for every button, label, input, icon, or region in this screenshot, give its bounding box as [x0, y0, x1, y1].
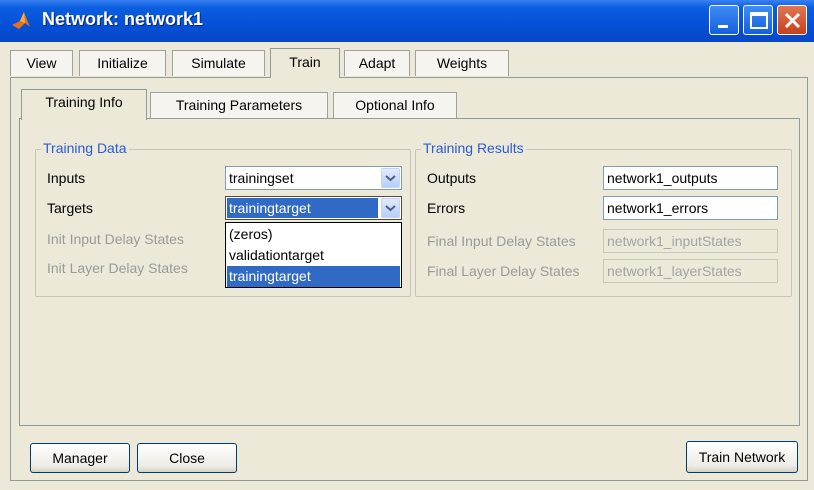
outputs-label: Outputs — [427, 170, 477, 186]
subtab-training-parameters[interactable]: Training Parameters — [150, 92, 328, 118]
minimize-icon — [718, 25, 728, 28]
tab-weights[interactable]: Weights — [415, 50, 509, 76]
tab-simulate[interactable]: Simulate — [172, 50, 265, 76]
targets-select[interactable]: trainingtarget — [225, 196, 402, 220]
manager-button[interactable]: Manager — [30, 443, 130, 473]
dropdown-option-selected[interactable]: trainingtarget — [227, 266, 400, 287]
init-layer-delay-label: Init Layer Delay States — [47, 260, 188, 276]
subtab-training-info[interactable]: Training Info — [21, 89, 147, 120]
subtab-optional-info[interactable]: Optional Info — [333, 92, 457, 118]
inputs-label: Inputs — [47, 170, 86, 186]
errors-label: Errors — [427, 200, 466, 216]
tab-adapt[interactable]: Adapt — [344, 50, 410, 76]
dropdown-option[interactable]: validationtarget — [227, 245, 400, 266]
final-input-delay-field: network1_inputStates — [603, 229, 778, 253]
chevron-down-icon[interactable] — [381, 168, 400, 188]
tab-initialize[interactable]: Initialize — [79, 50, 166, 76]
targets-select-value: trainingtarget — [227, 198, 378, 218]
close-icon — [784, 12, 801, 29]
matlab-icon — [12, 12, 30, 29]
dropdown-option[interactable]: (zeros) — [227, 224, 400, 245]
outputs-field[interactable]: network1_outputs — [603, 166, 778, 190]
final-input-delay-label: Final Input Delay States — [427, 233, 576, 249]
inputs-select-value: trainingset — [229, 170, 294, 186]
final-layer-delay-field: network1_layerStates — [603, 259, 778, 283]
targets-dropdown-list[interactable]: (zeros) validationtarget trainingtarget — [225, 222, 402, 288]
chevron-down-icon[interactable] — [381, 198, 400, 218]
tab-train[interactable]: Train — [270, 48, 340, 78]
train-network-button[interactable]: Train Network — [686, 441, 798, 473]
maximize-button[interactable] — [743, 5, 773, 35]
minimize-button[interactable] — [709, 5, 739, 35]
title-bar[interactable]: Network: network1 — [0, 0, 814, 42]
init-input-delay-label: Init Input Delay States — [47, 231, 184, 247]
close-button[interactable]: Close — [137, 443, 237, 473]
close-window-button[interactable] — [777, 5, 807, 35]
training-data-title: Training Data — [41, 140, 129, 156]
targets-label: Targets — [47, 200, 93, 216]
tab-view[interactable]: View — [10, 50, 73, 76]
maximize-icon — [750, 12, 768, 29]
errors-field[interactable]: network1_errors — [603, 196, 778, 220]
final-layer-delay-label: Final Layer Delay States — [427, 263, 580, 279]
window-title: Network: network1 — [42, 9, 204, 29]
inputs-select[interactable]: trainingset — [225, 166, 402, 190]
training-results-title: Training Results — [421, 140, 526, 156]
